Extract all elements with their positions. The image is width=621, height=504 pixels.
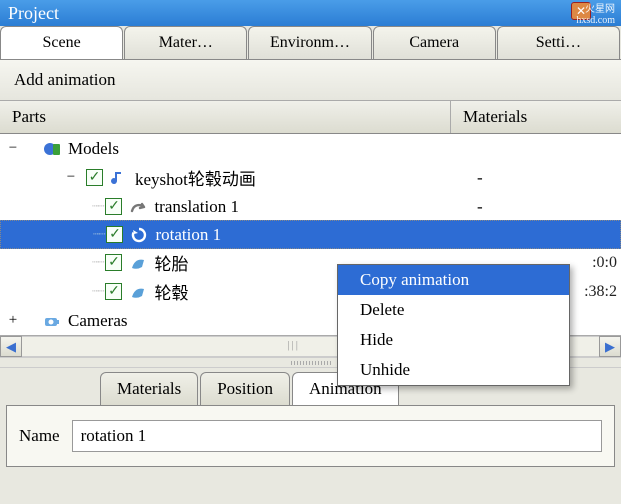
tree-line: ┈┈ <box>93 227 103 242</box>
tab-materials[interactable]: Mater… <box>124 26 247 59</box>
tree-line: ┈┈ <box>92 284 102 299</box>
tree-line: ┈┈ <box>92 255 102 270</box>
top-tabs: Scene Mater… Environm… Camera Setti… <box>0 26 621 60</box>
tree-row-rotation[interactable]: ┈┈ ✓ rotation 1 <box>0 220 621 249</box>
expand-icon[interactable]: + <box>6 312 20 329</box>
tree-row-keyshot[interactable]: − ✓ keyshot轮毂动画 - <box>0 163 621 192</box>
time-value: :0:0 <box>592 254 617 272</box>
tree-label: keyshot轮毂动画 <box>135 165 465 190</box>
checkbox[interactable]: ✓ <box>105 283 122 300</box>
context-copy-animation[interactable]: Copy animation <box>338 265 569 295</box>
collapse-icon[interactable]: − <box>6 140 20 157</box>
column-materials: Materials <box>451 101 621 133</box>
tree-label: translation 1 <box>154 197 465 217</box>
context-hide[interactable]: Hide <box>338 325 569 355</box>
time-value: :38:2 <box>584 283 617 301</box>
checkbox[interactable]: ✓ <box>86 169 103 186</box>
window-title: Project <box>8 3 59 24</box>
camera-icon <box>42 312 62 330</box>
translation-icon <box>128 198 148 216</box>
tree-line: ┈┈ <box>92 199 102 214</box>
tree-header: Parts Materials <box>0 101 621 134</box>
rotation-icon <box>129 226 149 244</box>
add-animation-button[interactable]: Add animation <box>0 60 621 101</box>
btab-position[interactable]: Position <box>200 372 290 405</box>
watermark: 火星网 hxsd.com <box>576 0 615 24</box>
material-value: - <box>465 197 615 217</box>
tree-row-models[interactable]: − Models <box>0 134 621 163</box>
part-icon <box>128 254 148 272</box>
tree-label: Models <box>68 139 615 159</box>
column-parts: Parts <box>0 101 451 133</box>
animation-panel: Name <box>6 405 615 467</box>
tab-environment[interactable]: Environm… <box>248 26 371 59</box>
models-icon <box>42 140 62 158</box>
tree-label: rotation 1 <box>155 225 614 245</box>
scroll-right-icon[interactable]: ▶ <box>599 336 621 357</box>
music-icon <box>109 169 129 187</box>
tab-scene[interactable]: Scene <box>0 26 123 59</box>
btab-materials[interactable]: Materials <box>100 372 198 405</box>
scroll-left-icon[interactable]: ◀ <box>0 336 22 357</box>
part-icon <box>128 283 148 301</box>
material-value: - <box>465 168 615 188</box>
checkbox[interactable]: ✓ <box>106 226 123 243</box>
name-input[interactable] <box>72 420 602 452</box>
collapse-icon[interactable]: − <box>64 169 78 186</box>
context-menu: Copy animation Delete Hide Unhide <box>337 264 570 386</box>
checkbox[interactable]: ✓ <box>105 198 122 215</box>
tab-settings[interactable]: Setti… <box>497 26 620 59</box>
context-delete[interactable]: Delete <box>338 295 569 325</box>
context-unhide[interactable]: Unhide <box>338 355 569 385</box>
tab-camera[interactable]: Camera <box>373 26 496 59</box>
checkbox[interactable]: ✓ <box>105 254 122 271</box>
tree-row-translation[interactable]: ┈┈ ✓ translation 1 - <box>0 192 621 221</box>
name-label: Name <box>19 426 60 446</box>
title-bar: Project ✕ 火星网 hxsd.com <box>0 0 621 26</box>
